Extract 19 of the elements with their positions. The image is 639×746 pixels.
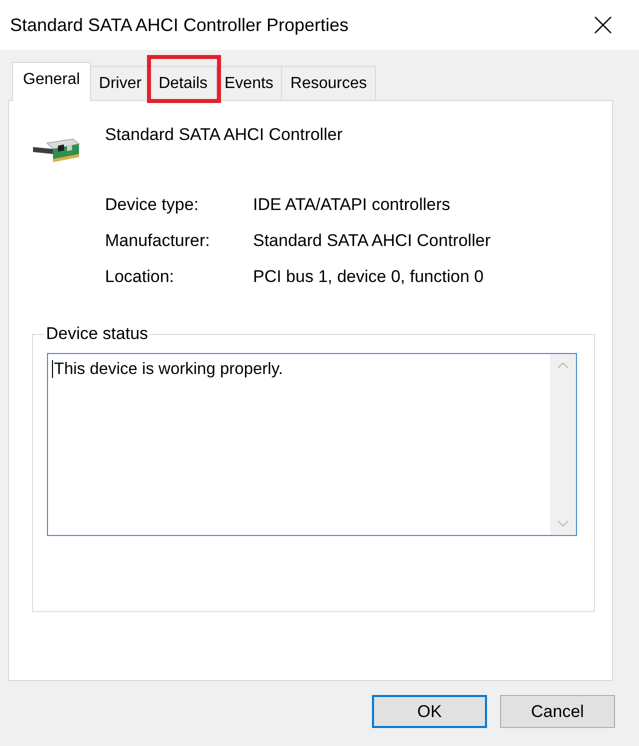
- dialog-button[interactable]: Cancel: [500, 695, 615, 728]
- device-name: Standard SATA AHCI Controller: [105, 125, 342, 145]
- property-label: Manufacturer:: [105, 231, 210, 251]
- chevron-down-icon[interactable]: [557, 520, 569, 527]
- tab[interactable]: Resources: [281, 66, 376, 100]
- tab[interactable]: General: [12, 62, 91, 101]
- scrollbar[interactable]: [550, 354, 576, 535]
- text-caret: [52, 360, 53, 378]
- status-message: This device is working properly.: [54, 359, 283, 379]
- property-label: Location:: [105, 267, 174, 287]
- close-icon: [594, 16, 612, 34]
- window-title: Standard SATA AHCI Controller Properties: [10, 14, 348, 36]
- status-text-field[interactable]: This device is working properly.: [47, 353, 577, 536]
- property-value: PCI bus 1, device 0, function 0: [253, 267, 484, 287]
- dialog-button[interactable]: OK: [372, 695, 487, 728]
- property-label: Device type:: [105, 195, 199, 215]
- property-value: Standard SATA AHCI Controller: [253, 231, 490, 251]
- chevron-up-icon[interactable]: [557, 362, 569, 369]
- property-value: IDE ATA/ATAPI controllers: [253, 195, 450, 215]
